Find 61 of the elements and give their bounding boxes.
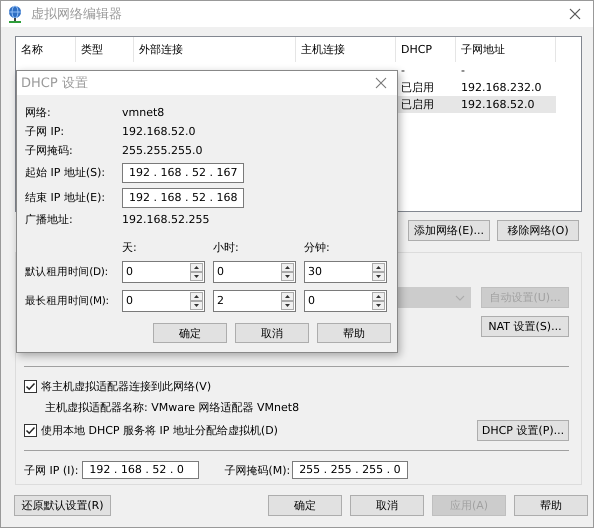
table-cell-text: - [460, 63, 466, 79]
close-icon[interactable] [375, 77, 387, 89]
field-value: 255.255.255.0 [122, 144, 202, 157]
field-label: 最长租用时间(M): [25, 294, 110, 308]
field-label: 广播地址: [25, 212, 74, 227]
column-label: 天: [122, 240, 138, 255]
subnet-ip-field[interactable]: 192 . 168 . 52 . 0 [82, 461, 200, 479]
column-label: 小时: [213, 240, 240, 255]
nat-settings-button[interactable]: NAT 设置(S)... [481, 316, 569, 337]
column-header[interactable]: 名称 [16, 37, 76, 62]
column-header[interactable]: DHCP [396, 37, 456, 62]
column-label: 分钟: [304, 240, 331, 255]
spin-box[interactable]: 0 [122, 290, 205, 312]
field-value: 192.168.52.255 [122, 213, 210, 226]
dialog-button[interactable]: 帮助 [514, 495, 588, 516]
dialog-button[interactable]: 确定 [268, 495, 342, 516]
column-header[interactable]: 主机连接 [296, 37, 396, 62]
table-cell-text: - [400, 63, 406, 79]
chevron-icon [455, 294, 465, 300]
table-button[interactable]: 添加网络(E)... [408, 220, 490, 241]
field-label: 起始 IP 地址(S): [25, 165, 106, 180]
checkbox[interactable] [24, 424, 37, 437]
table-cell-text: 192.168.232.0 [460, 80, 542, 96]
dialog-button[interactable]: 帮助 [317, 323, 391, 343]
spin-box[interactable]: 0 [213, 260, 296, 282]
adapter-name-text: 主机虚拟适配器名称: VMware 网络适配器 VMnet8 [44, 400, 300, 416]
field-label: 子网 IP: [25, 124, 66, 139]
checkbox-label[interactable]: 将主机虚拟适配器连接到此网络(V) [41, 379, 569, 394]
table-cell-text: 已启用 [400, 97, 435, 113]
ip-address-field[interactable]: 192 . 168 . 52 . 167 [122, 162, 244, 182]
subnet-mask-label: 子网掩码(M): [224, 462, 290, 478]
spin-box[interactable]: 0 [304, 290, 387, 312]
field-value: vmnet8 [122, 106, 164, 119]
dialog-button[interactable]: 取消 [235, 323, 309, 343]
column-header[interactable]: 子网地址 [456, 37, 556, 62]
globe-icon [7, 5, 23, 23]
subnet-mask-field[interactable]: 255 . 255 . 255 . 0 [292, 461, 408, 479]
spin-box[interactable]: 2 [213, 290, 296, 312]
ip-address-field[interactable]: 192 . 168 . 52 . 168 [122, 188, 244, 208]
spin-box[interactable]: 30 [304, 260, 387, 282]
field-value: 192.168.52.0 [122, 125, 196, 138]
close-icon[interactable] [569, 8, 581, 20]
column-header[interactable]: 外部连接 [134, 37, 296, 62]
dialog-button[interactable]: 确定 [153, 323, 227, 343]
restore-defaults-button[interactable]: 还原默认设置(R) [14, 495, 111, 516]
table-cell-text: 已启用 [400, 80, 435, 96]
dialog-title: DHCP 设置 [21, 75, 88, 92]
field-label: 子网掩码: [25, 143, 74, 158]
table-cell-text: 192.168.52.0 [460, 97, 536, 113]
column-header[interactable]: 类型 [76, 37, 134, 62]
checkbox[interactable] [24, 380, 37, 393]
field-label: 结束 IP 地址(E): [25, 190, 106, 205]
table-button[interactable]: 移除网络(O) [497, 220, 579, 241]
field-label: 网络: [25, 105, 52, 120]
field-label: 默认租用时间(D): [25, 264, 109, 278]
checkbox-label[interactable]: 使用本地 DHCP 服务将 IP 地址分配给虚拟机(D) [41, 423, 477, 438]
dhcp-settings-button[interactable]: DHCP 设置(P)... [477, 420, 569, 441]
spin-box[interactable]: 0 [122, 260, 205, 282]
dialog-button[interactable]: 取消 [350, 495, 424, 516]
subnet-ip-label: 子网 IP (I): [24, 462, 78, 478]
window-title: 虚拟网络编辑器 [31, 6, 123, 23]
